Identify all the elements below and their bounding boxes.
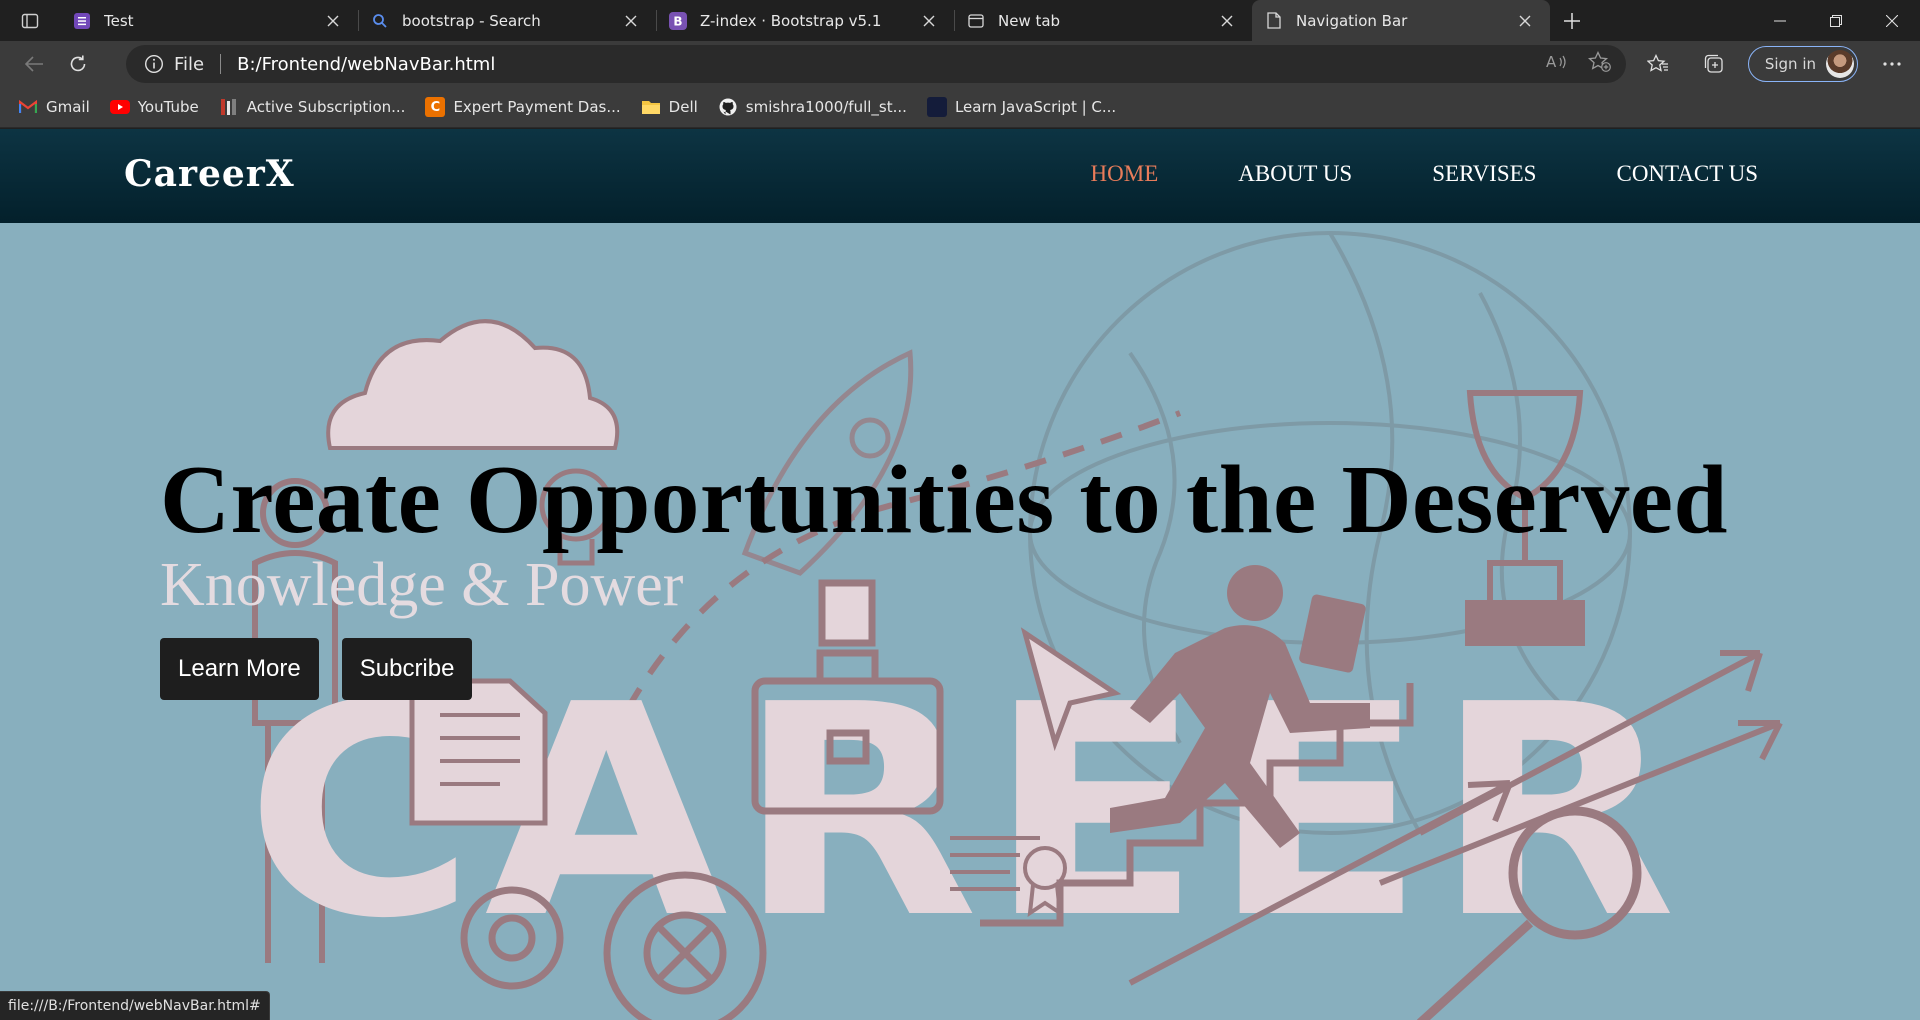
refresh-icon (70, 55, 86, 72)
bookmark-label: Gmail (46, 98, 90, 116)
tab-bootstrap-search[interactable]: bootstrap - Search (358, 0, 656, 41)
tab-actions-icon (21, 13, 39, 28)
web-page: CareerX HOME ABOUT US SERVISES CONTACT U… (0, 129, 1920, 1020)
folder-icon (641, 97, 661, 117)
close-icon[interactable] (322, 10, 344, 32)
chegg-icon: C (425, 97, 446, 117)
sign-in-button[interactable]: Sign in (1747, 46, 1858, 82)
hero-buttons: Learn More Subcribe (160, 638, 1728, 700)
file-icon (1264, 11, 1284, 31)
close-window-button[interactable] (1864, 0, 1920, 41)
address-bar-actions: A (1546, 45, 1612, 83)
add-favorite-icon[interactable] (1587, 50, 1612, 77)
github-icon (718, 97, 738, 117)
favorites-icon (1646, 54, 1668, 72)
restore-icon (1830, 14, 1842, 27)
bookmark-active-subscription[interactable]: Active Subscription... (219, 97, 406, 117)
tab-z-index-bootstrap[interactable]: B Z-index · Bootstrap v5.1 (656, 0, 954, 41)
back-arrow-icon (24, 56, 43, 72)
address-bar[interactable]: File B:/Frontend/webNavBar.html A (126, 45, 1626, 83)
bookmark-youtube[interactable]: YouTube (109, 97, 199, 117)
nav-link-servises[interactable]: SERVISES (1432, 161, 1536, 187)
tab-navigation-bar[interactable]: Navigation Bar (1252, 0, 1550, 41)
youtube-icon (109, 97, 130, 117)
tab-test[interactable]: Test (60, 0, 358, 41)
bookmark-gmail[interactable]: Gmail (18, 97, 90, 117)
nav-link-about-us[interactable]: ABOUT US (1238, 161, 1352, 187)
site-logo[interactable]: CareerX (124, 153, 295, 195)
newtab-icon (966, 11, 986, 31)
tab-title: Navigation Bar (1296, 11, 1408, 30)
new-tab-button[interactable] (1550, 0, 1594, 41)
bookmark-github[interactable]: smishra1000/full_st... (718, 97, 907, 117)
bookmark-label: smishra1000/full_st... (745, 98, 907, 116)
close-icon (1886, 14, 1898, 27)
site-navbar: CareerX HOME ABOUT US SERVISES CONTACT U… (0, 129, 1920, 223)
settings-menu-button[interactable] (1864, 41, 1920, 87)
bootstrap-icon: B (668, 11, 688, 31)
hero-content: Create Opportunities to the Deserved Kno… (160, 451, 1728, 700)
tab-title: Z-index · Bootstrap v5.1 (700, 11, 882, 30)
codecademy-icon (926, 97, 947, 117)
tab-title: bootstrap - Search (402, 11, 541, 30)
bookmark-dell[interactable]: Dell (641, 97, 698, 117)
search-icon (370, 11, 390, 31)
document-illustration (409, 678, 548, 826)
svg-text:A: A (1546, 53, 1557, 71)
close-icon[interactable] (620, 10, 642, 32)
bookmark-label: Active Subscription... (246, 98, 406, 116)
address-divider (220, 54, 222, 74)
bookmark-label: Dell (668, 98, 698, 116)
site-icon (219, 97, 239, 117)
tab-strip: Test bootstrap - Search B Z-index · Boot… (0, 0, 1920, 41)
tab-title: Test (104, 11, 134, 30)
learn-more-button[interactable]: Learn More (160, 638, 319, 700)
site-scheme-label[interactable]: File (174, 54, 204, 75)
window-controls (1752, 0, 1920, 41)
url-text[interactable]: B:/Frontend/webNavBar.html (237, 54, 495, 75)
close-icon[interactable] (1216, 10, 1238, 32)
nav-link-home[interactable]: HOME (1091, 161, 1159, 187)
gmail-icon (18, 97, 38, 117)
toolbar-right: Sign in (1630, 41, 1920, 87)
sign-in-label: Sign in (1764, 55, 1816, 73)
favorites-button[interactable] (1630, 41, 1686, 87)
main-menu: HOME ABOUT US SERVISES CONTACT US (1091, 161, 1758, 187)
subscribe-button[interactable]: Subcribe (341, 638, 473, 700)
more-options-icon (1883, 62, 1901, 66)
bookmark-expert-payment[interactable]: C Expert Payment Das... (425, 97, 621, 117)
restore-button[interactable] (1808, 0, 1864, 41)
minimize-icon (1774, 20, 1786, 21)
forms-icon (72, 11, 92, 31)
bookmarks-bar: Gmail YouTube Active Subscription... C E… (0, 87, 1920, 128)
tab-actions-button[interactable] (0, 0, 60, 41)
address-toolbar: File B:/Frontend/webNavBar.html A Sign i… (0, 41, 1920, 87)
cloud-illustration (326, 319, 620, 450)
hero-headline: Create Opportunities to the Deserved (160, 446, 1728, 553)
status-url-tooltip: file:///B:/Frontend/webNavBar.html# (0, 991, 270, 1020)
tab-new-tab[interactable]: New tab (954, 0, 1252, 41)
plus-icon (1564, 12, 1580, 29)
bookmark-learn-javascript[interactable]: Learn JavaScript | C... (926, 97, 1117, 117)
tab-title: New tab (998, 11, 1061, 30)
avatar (1826, 50, 1854, 78)
bookmark-label: YouTube (137, 98, 199, 116)
refresh-button[interactable] (56, 44, 100, 84)
collections-button[interactable] (1686, 41, 1742, 87)
collections-icon (1704, 54, 1723, 73)
read-aloud-icon[interactable]: A (1546, 53, 1568, 75)
minimize-button[interactable] (1752, 0, 1808, 41)
svg-text:B: B (673, 14, 682, 28)
close-icon[interactable] (1514, 10, 1536, 32)
hero-subline: Knowledge & Power (160, 551, 684, 619)
close-icon[interactable] (918, 10, 940, 32)
bookmark-label: Expert Payment Das... (453, 98, 621, 116)
bookmark-label: Learn JavaScript | C... (954, 98, 1117, 116)
nav-link-contact-us[interactable]: CONTACT US (1616, 161, 1758, 187)
hero-section: CAREER Create Opportunities to the Deser… (0, 223, 1920, 1020)
info-icon (144, 54, 164, 74)
back-button[interactable] (12, 44, 56, 84)
